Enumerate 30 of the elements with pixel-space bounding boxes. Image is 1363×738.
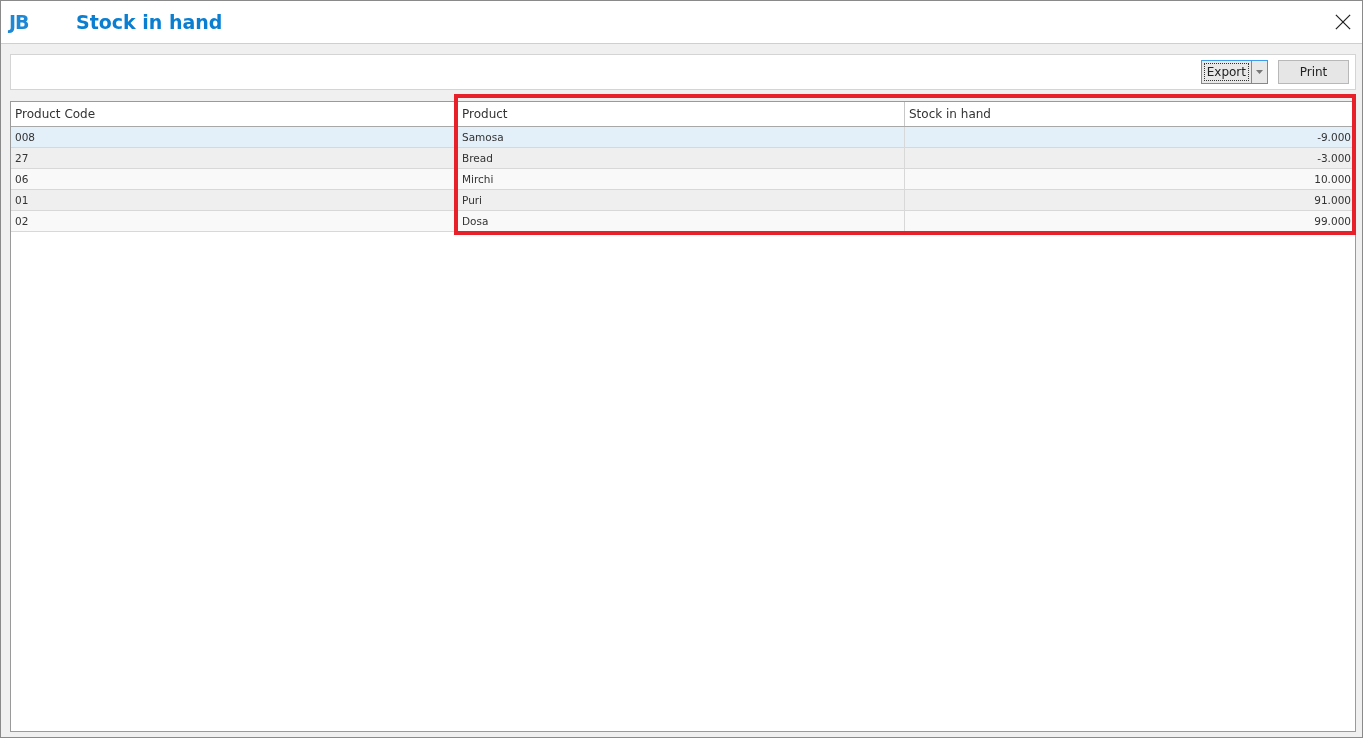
- table-row[interactable]: 02 Dosa 99.000: [11, 211, 1355, 232]
- table-cell: Dosa: [457, 211, 904, 231]
- table-cell: Bread: [457, 148, 904, 168]
- table-cell-text: 02: [14, 214, 30, 229]
- table-cell: 10.000: [904, 169, 1355, 189]
- table-cell-text: 008: [14, 130, 37, 145]
- table-cell: -3.000: [904, 148, 1355, 168]
- caret-icon: [1256, 70, 1263, 74]
- table-row[interactable]: 01 Puri 91.000: [11, 190, 1355, 211]
- column-header[interactable]: Product Code: [11, 102, 457, 126]
- table-cell: 99.000: [904, 211, 1355, 231]
- export-button[interactable]: Export: [1200, 60, 1252, 84]
- window-title: Stock in hand: [76, 11, 224, 33]
- table-cell: Puri: [457, 190, 904, 210]
- table-row[interactable]: 06 Mirchi 10.000: [11, 169, 1355, 190]
- print-button[interactable]: Print: [1278, 60, 1349, 84]
- table-cell: Samosa: [457, 127, 904, 147]
- column-header[interactable]: Stock in hand: [904, 102, 1355, 126]
- table-cell-text: 01: [14, 193, 30, 208]
- column-header[interactable]: Product: [457, 102, 904, 126]
- table-cell-text: 06: [14, 172, 30, 187]
- table-cell: -9.000: [904, 127, 1355, 147]
- table-row[interactable]: 008 Samosa -9.000: [11, 127, 1355, 148]
- app-logo: JB: [9, 11, 30, 33]
- table-row[interactable]: 27 Bread -3.000: [11, 148, 1355, 169]
- table-cell-text: 27: [14, 151, 30, 166]
- dropdown-button[interactable]: [1252, 60, 1268, 84]
- close-icon[interactable]: [1335, 14, 1351, 30]
- table-cell: Mirchi: [457, 169, 904, 189]
- table-cell: 91.000: [904, 190, 1355, 210]
